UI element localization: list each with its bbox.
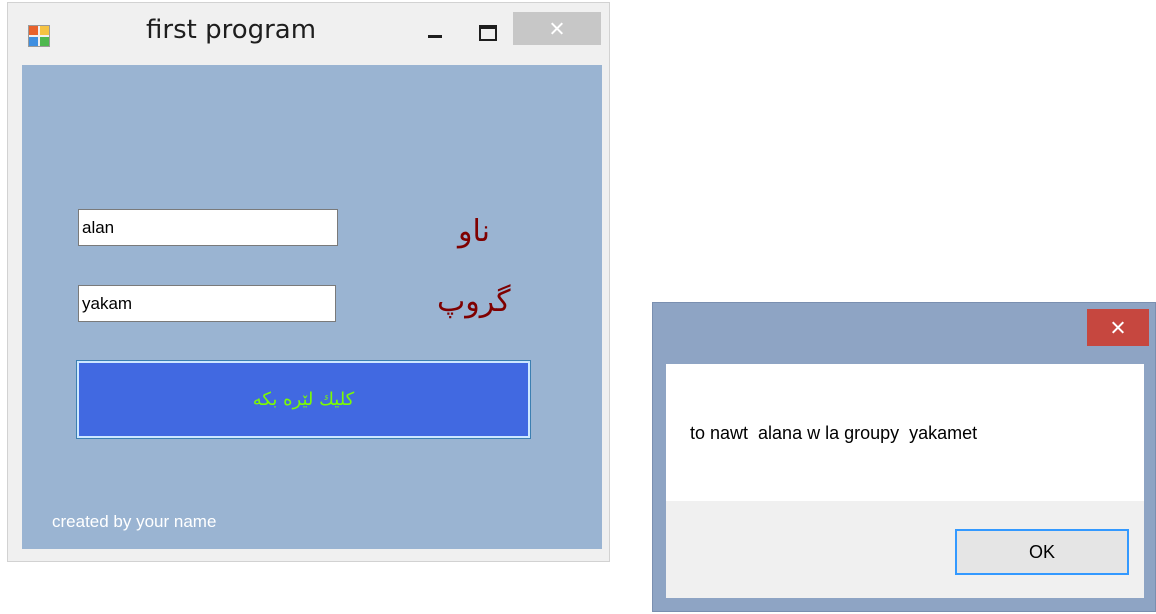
desktop: first program ناو گروپ كليك لێره بكه cre… bbox=[0, 0, 1156, 614]
message-box-close-button[interactable] bbox=[1087, 309, 1149, 346]
window-title: first program bbox=[146, 15, 317, 45]
name-input[interactable] bbox=[78, 209, 338, 246]
click-here-button-label: كليك لێره بكه bbox=[252, 389, 355, 410]
maximize-button[interactable] bbox=[472, 17, 502, 47]
message-text: to nawt alana w la groupy yakamet bbox=[690, 423, 978, 443]
group-input[interactable] bbox=[78, 285, 336, 322]
message-content: to nawt alana w la groupy yakamet bbox=[666, 364, 1144, 501]
message-footer: OK bbox=[666, 501, 1144, 598]
minimize-button[interactable] bbox=[420, 17, 450, 47]
ok-button[interactable]: OK bbox=[955, 529, 1129, 575]
windows-form-icon bbox=[28, 25, 50, 47]
footer-label: created by your name bbox=[52, 512, 217, 531]
form-titlebar[interactable]: first program bbox=[8, 3, 609, 63]
ok-button-label: OK bbox=[1028, 541, 1055, 562]
message-box: to nawt alana w la groupy yakamet OK bbox=[652, 302, 1156, 612]
form-client-area: ناو گروپ كليك لێره بكه created by your n… bbox=[22, 65, 602, 549]
form-window: first program ناو گروپ كليك لێره بكه cre… bbox=[7, 2, 610, 562]
close-button[interactable] bbox=[513, 12, 601, 45]
click-here-button[interactable]: كليك لێره بكه bbox=[76, 360, 531, 439]
name-label: ناو bbox=[458, 214, 490, 249]
group-label: گروپ bbox=[437, 284, 511, 319]
